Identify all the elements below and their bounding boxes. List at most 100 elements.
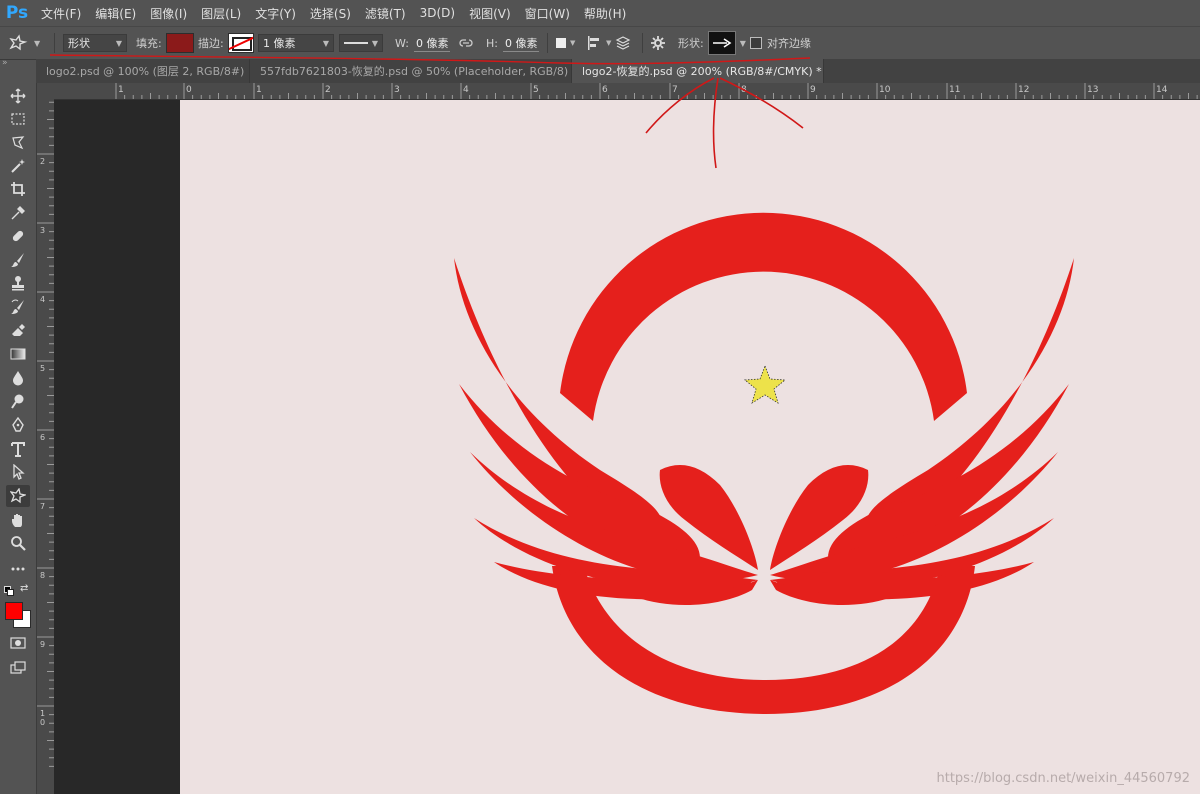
options-bar: ▼ 形状 ▼ 填充: 描边: 1 像素 ▼ ▼ W: 0 像素 H: 0 像素 … <box>0 26 1200 60</box>
menu-select[interactable]: 选择(S) <box>303 5 358 22</box>
ruler-origin[interactable] <box>37 83 55 100</box>
foreground-color-swatch[interactable] <box>5 602 23 620</box>
chevron-down-icon: ▼ <box>115 38 122 48</box>
eyedropper-icon[interactable] <box>6 202 30 224</box>
ruler-label: 6 <box>602 85 608 95</box>
document-canvas[interactable]: https://blog.csdn.net/weixin_44560792 <box>180 100 1200 794</box>
height-input[interactable]: 0 像素 <box>502 35 540 52</box>
tool-mode-select[interactable]: 形状 ▼ <box>63 34 127 52</box>
ruler-label: 7 <box>40 502 45 511</box>
tab-title: logo2.psd @ 100% (图层 2, RGB/8#) <box>46 65 245 78</box>
ruler-label: 3 <box>394 85 400 95</box>
wing-logo <box>454 212 1074 714</box>
ruler-label: 1 <box>118 85 124 95</box>
menu-layer[interactable]: 图层(L) <box>194 5 248 22</box>
width-input[interactable]: 0 像素 <box>413 35 451 52</box>
ruler-label: 5 <box>533 85 539 95</box>
healing-brush-icon[interactable] <box>6 225 30 247</box>
zoom-tool-icon[interactable] <box>6 532 30 554</box>
menu-3d[interactable]: 3D(D) <box>413 6 462 20</box>
eraser-icon[interactable] <box>6 320 30 342</box>
ruler-label: 4 <box>40 295 45 304</box>
blur-tool-icon[interactable] <box>6 367 30 389</box>
menu-image[interactable]: 图像(I) <box>143 5 194 22</box>
ruler-label: 8 <box>40 571 45 580</box>
menu-window[interactable]: 窗口(W) <box>518 5 577 22</box>
tools-panel: ⇄ <box>0 83 37 794</box>
chevron-down-icon: ▼ <box>322 38 329 48</box>
path-arrangement-icon[interactable] <box>614 27 632 59</box>
magic-wand-icon[interactable] <box>6 155 30 177</box>
height-label: H: <box>486 36 498 50</box>
lasso-tool-icon[interactable] <box>6 131 30 153</box>
link-icon[interactable] <box>458 27 474 59</box>
path-alignment-icon[interactable]: ▼ <box>586 27 611 59</box>
pen-tool-icon[interactable] <box>6 414 30 436</box>
menu-edit[interactable]: 编辑(E) <box>88 5 143 22</box>
screen-mode-icon[interactable] <box>6 657 30 679</box>
vertical-ruler[interactable]: 2 3 4 5 6 7 8 9 10 <box>37 99 55 794</box>
photoshop-logo: Ps <box>5 3 29 23</box>
stroke-width-select[interactable]: 1 像素 ▼ <box>258 34 334 52</box>
ruler-label: 4 <box>463 85 469 95</box>
stroke-line-icon <box>344 42 368 44</box>
horizontal-ruler[interactable]: 1 0 1 2 3 4 5 6 7 8 9 10 11 12 13 14 <box>54 83 1200 100</box>
path-selection-icon[interactable] <box>6 461 30 483</box>
stroke-type-select[interactable]: ▼ <box>339 34 383 52</box>
chevron-down-icon[interactable]: ▼ <box>740 39 746 48</box>
ruler-label: 9 <box>40 640 45 649</box>
move-tool-icon[interactable] <box>6 85 30 107</box>
shape-picker[interactable] <box>707 31 736 55</box>
menu-view[interactable]: 视图(V) <box>462 5 518 22</box>
ruler-label: 8 <box>741 85 747 95</box>
gear-icon[interactable] <box>650 27 666 59</box>
ruler-label: 1 <box>256 85 262 95</box>
align-edges-checkbox[interactable] <box>750 37 762 49</box>
watermark: https://blog.csdn.net/weixin_44560792 <box>936 771 1190 786</box>
ruler-label: 11 <box>949 85 960 95</box>
custom-shape-tool-icon <box>9 34 28 51</box>
swap-colors-icon[interactable]: ⇄ <box>20 583 28 594</box>
stamp-tool-icon[interactable] <box>6 272 30 294</box>
document-tabs: logo2.psd @ 100% (图层 2, RGB/8#)✕ 557fdb7… <box>36 59 1200 83</box>
arrow-right-icon <box>712 38 732 48</box>
default-colors-icon[interactable] <box>4 586 14 596</box>
stroke-color-swatch[interactable] <box>227 33 254 53</box>
gradient-tool-icon[interactable] <box>6 343 30 365</box>
collapse-panel-icon[interactable]: » <box>2 58 8 68</box>
tab-logo2-recovered[interactable]: logo2-恢复的.psd @ 200% (RGB/8#/CMYK) *✕ <box>572 59 824 83</box>
chevron-down-icon: ▼ <box>371 38 378 48</box>
tab-557fdb[interactable]: 557fdb7621803-恢复的.psd @ 50% (Placeholder… <box>250 59 572 83</box>
tool-preset-picker[interactable]: ▼ <box>8 27 40 59</box>
tab-title: 557fdb7621803-恢复的.psd @ 50% (Placeholder… <box>260 65 572 78</box>
tool-mode-value: 形状 <box>68 37 90 50</box>
ruler-label: 5 <box>40 364 45 373</box>
ruler-label: 7 <box>672 85 678 95</box>
tab-logo2[interactable]: logo2.psd @ 100% (图层 2, RGB/8#)✕ <box>36 59 250 83</box>
type-tool-icon[interactable] <box>6 438 30 460</box>
ruler-label: 3 <box>40 226 45 235</box>
history-brush-icon[interactable] <box>6 296 30 318</box>
hand-tool-icon[interactable] <box>6 509 30 531</box>
menu-filter[interactable]: 滤镜(T) <box>358 5 413 22</box>
fill-color-swatch[interactable] <box>165 33 194 53</box>
quick-mask-icon[interactable] <box>6 632 30 654</box>
custom-shape-tool-icon[interactable] <box>6 485 30 507</box>
menu-help[interactable]: 帮助(H) <box>577 5 633 22</box>
more-tools-icon[interactable] <box>6 558 30 580</box>
dodge-tool-icon[interactable] <box>6 390 30 412</box>
marquee-tool-icon[interactable] <box>6 108 30 130</box>
ruler-label: 14 <box>1156 85 1168 95</box>
brush-tool-icon[interactable] <box>6 249 30 271</box>
stroke-width-value: 1 像素 <box>263 37 296 50</box>
crop-tool-icon[interactable] <box>6 178 30 200</box>
ruler-label: 1 <box>40 709 45 718</box>
ruler-label: 13 <box>1087 85 1098 95</box>
path-operations-icon[interactable]: ▼ <box>556 27 575 59</box>
menu-file[interactable]: 文件(F) <box>34 5 88 22</box>
stroke-label: 描边: <box>198 37 224 50</box>
star-shape <box>743 364 787 404</box>
menu-bar: Ps 文件(F) 编辑(E) 图像(I) 图层(L) 文字(Y) 选择(S) 滤… <box>0 0 1200 26</box>
menu-type[interactable]: 文字(Y) <box>248 5 303 22</box>
ruler-label: 9 <box>810 85 816 95</box>
